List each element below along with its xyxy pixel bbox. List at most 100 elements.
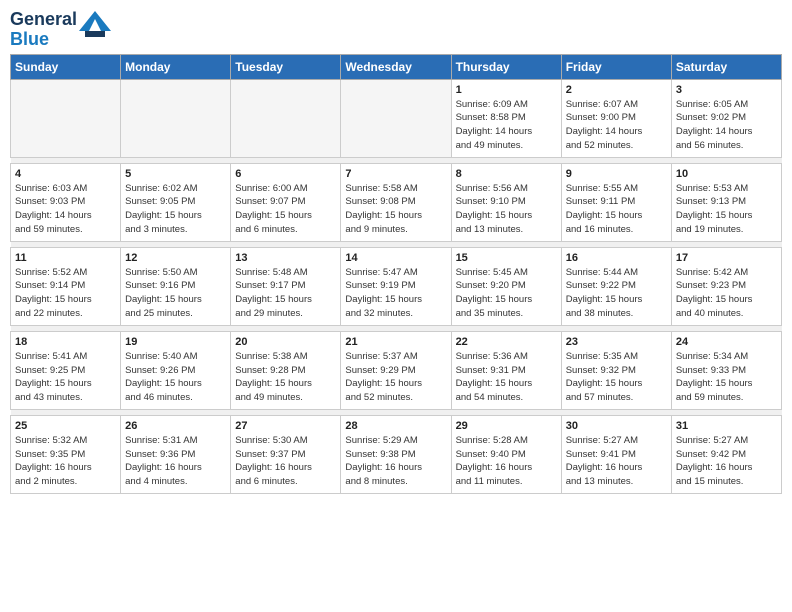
week-row-2: 4 Sunrise: 6:03 AM Sunset: 9:03 PM Daylig… bbox=[11, 163, 782, 241]
day-details: Sunrise: 6:00 AM Sunset: 9:07 PM Dayligh… bbox=[235, 182, 336, 237]
calendar-cell: 12 Sunrise: 5:50 AM Sunset: 9:16 PM Dayli… bbox=[121, 247, 231, 325]
day-number: 23 bbox=[566, 336, 667, 348]
day-number: 16 bbox=[566, 252, 667, 264]
page-header: General Blue bbox=[10, 10, 782, 50]
calendar-cell: 4 Sunrise: 6:03 AM Sunset: 9:03 PM Daylig… bbox=[11, 163, 121, 241]
calendar-cell: 3 Sunrise: 6:05 AM Sunset: 9:02 PM Daylig… bbox=[671, 79, 781, 157]
calendar-cell: 11Sunrise: 5:52 AM Sunset: 9:14 PM Dayli… bbox=[11, 247, 121, 325]
calendar-cell: 14 Sunrise: 5:47 AM Sunset: 9:19 PM Dayli… bbox=[341, 247, 451, 325]
day-details: Sunrise: 5:32 AM Sunset: 9:35 PM Dayligh… bbox=[15, 434, 116, 489]
day-details: Sunrise: 5:34 AM Sunset: 9:33 PM Dayligh… bbox=[676, 350, 777, 405]
day-number: 22 bbox=[456, 336, 557, 348]
weekday-header-friday: Friday bbox=[561, 54, 671, 79]
calendar-cell bbox=[341, 79, 451, 157]
day-details: Sunrise: 5:28 AM Sunset: 9:40 PM Dayligh… bbox=[456, 434, 557, 489]
calendar-cell: 20 Sunrise: 5:38 AM Sunset: 9:28 PM Dayli… bbox=[231, 331, 341, 409]
day-details: Sunrise: 5:47 AM Sunset: 9:19 PM Dayligh… bbox=[345, 266, 446, 321]
calendar-cell: 1 Sunrise: 6:09 AM Sunset: 8:58 PM Daylig… bbox=[451, 79, 561, 157]
day-details: Sunrise: 5:29 AM Sunset: 9:38 PM Dayligh… bbox=[345, 434, 446, 489]
week-row-5: 25 Sunrise: 5:32 AM Sunset: 9:35 PM Dayli… bbox=[11, 415, 782, 493]
day-number: 21 bbox=[345, 336, 446, 348]
day-number: 13 bbox=[235, 252, 336, 264]
day-number: 10 bbox=[676, 168, 777, 180]
day-number: 24 bbox=[676, 336, 777, 348]
calendar-cell: 30 Sunrise: 5:27 AM Sunset: 9:41 PM Dayli… bbox=[561, 415, 671, 493]
calendar-cell bbox=[121, 79, 231, 157]
day-details: Sunrise: 5:35 AM Sunset: 9:32 PM Dayligh… bbox=[566, 350, 667, 405]
calendar-cell: 29 Sunrise: 5:28 AM Sunset: 9:40 PM Dayli… bbox=[451, 415, 561, 493]
calendar-cell: 2 Sunrise: 6:07 AM Sunset: 9:00 PM Daylig… bbox=[561, 79, 671, 157]
day-details: Sunrise: 5:27 AM Sunset: 9:41 PM Dayligh… bbox=[566, 434, 667, 489]
day-details: Sunrise: 5:45 AM Sunset: 9:20 PM Dayligh… bbox=[456, 266, 557, 321]
day-details: Sunrise: 5:58 AM Sunset: 9:08 PM Dayligh… bbox=[345, 182, 446, 237]
calendar-cell bbox=[11, 79, 121, 157]
day-details: Sunrise: 6:07 AM Sunset: 9:00 PM Dayligh… bbox=[566, 98, 667, 153]
week-row-1: 1 Sunrise: 6:09 AM Sunset: 8:58 PM Daylig… bbox=[11, 79, 782, 157]
week-row-4: 18 Sunrise: 5:41 AM Sunset: 9:25 PM Dayli… bbox=[11, 331, 782, 409]
day-details: Sunrise: 5:38 AM Sunset: 9:28 PM Dayligh… bbox=[235, 350, 336, 405]
day-number: 15 bbox=[456, 252, 557, 264]
day-number: 19 bbox=[125, 336, 226, 348]
day-details: Sunrise: 6:03 AM Sunset: 9:03 PM Dayligh… bbox=[15, 182, 116, 237]
calendar-cell: 16 Sunrise: 5:44 AM Sunset: 9:22 PM Dayli… bbox=[561, 247, 671, 325]
weekday-header-saturday: Saturday bbox=[671, 54, 781, 79]
day-number: 12 bbox=[125, 252, 226, 264]
day-details: Sunrise: 6:09 AM Sunset: 8:58 PM Dayligh… bbox=[456, 98, 557, 153]
day-number: 30 bbox=[566, 420, 667, 432]
day-details: Sunrise: 5:55 AM Sunset: 9:11 PM Dayligh… bbox=[566, 182, 667, 237]
day-number: 20 bbox=[235, 336, 336, 348]
weekday-header-sunday: Sunday bbox=[11, 54, 121, 79]
day-details: Sunrise: 5:50 AM Sunset: 9:16 PM Dayligh… bbox=[125, 266, 226, 321]
calendar-cell: 13 Sunrise: 5:48 AM Sunset: 9:17 PM Dayli… bbox=[231, 247, 341, 325]
day-number: 6 bbox=[235, 168, 336, 180]
calendar-cell: 10 Sunrise: 5:53 AM Sunset: 9:13 PM Dayli… bbox=[671, 163, 781, 241]
calendar-cell: 9 Sunrise: 5:55 AM Sunset: 9:11 PM Daylig… bbox=[561, 163, 671, 241]
calendar-cell: 23 Sunrise: 5:35 AM Sunset: 9:32 PM Dayli… bbox=[561, 331, 671, 409]
day-details: Sunrise: 5:56 AM Sunset: 9:10 PM Dayligh… bbox=[456, 182, 557, 237]
weekday-header-tuesday: Tuesday bbox=[231, 54, 341, 79]
logo-text: General Blue bbox=[10, 10, 77, 50]
day-number: 4 bbox=[15, 168, 116, 180]
day-number: 26 bbox=[125, 420, 226, 432]
day-details: Sunrise: 5:53 AM Sunset: 9:13 PM Dayligh… bbox=[676, 182, 777, 237]
calendar-cell: 18 Sunrise: 5:41 AM Sunset: 9:25 PM Dayli… bbox=[11, 331, 121, 409]
day-number: 28 bbox=[345, 420, 446, 432]
weekday-header-monday: Monday bbox=[121, 54, 231, 79]
day-details: Sunrise: 6:02 AM Sunset: 9:05 PM Dayligh… bbox=[125, 182, 226, 237]
day-details: Sunrise: 5:44 AM Sunset: 9:22 PM Dayligh… bbox=[566, 266, 667, 321]
day-number: 2 bbox=[566, 84, 667, 96]
day-details: Sunrise: 5:31 AM Sunset: 9:36 PM Dayligh… bbox=[125, 434, 226, 489]
day-number: 3 bbox=[676, 84, 777, 96]
calendar-cell: 26 Sunrise: 5:31 AM Sunset: 9:36 PM Dayli… bbox=[121, 415, 231, 493]
calendar-cell: 21 Sunrise: 5:37 AM Sunset: 9:29 PM Dayli… bbox=[341, 331, 451, 409]
logo-icon bbox=[79, 11, 111, 39]
day-details: Sunrise: 5:36 AM Sunset: 9:31 PM Dayligh… bbox=[456, 350, 557, 405]
day-number: 7 bbox=[345, 168, 446, 180]
day-details: Sunrise: 5:37 AM Sunset: 9:29 PM Dayligh… bbox=[345, 350, 446, 405]
calendar-cell: 24 Sunrise: 5:34 AM Sunset: 9:33 PM Dayli… bbox=[671, 331, 781, 409]
calendar-table: SundayMondayTuesdayWednesdayThursdayFrid… bbox=[10, 54, 782, 494]
weekday-header-row: SundayMondayTuesdayWednesdayThursdayFrid… bbox=[11, 54, 782, 79]
day-number: 18 bbox=[15, 336, 116, 348]
logo: General Blue bbox=[10, 10, 111, 50]
calendar-cell: 19 Sunrise: 5:40 AM Sunset: 9:26 PM Dayli… bbox=[121, 331, 231, 409]
week-row-3: 11Sunrise: 5:52 AM Sunset: 9:14 PM Dayli… bbox=[11, 247, 782, 325]
day-number: 9 bbox=[566, 168, 667, 180]
day-details: Sunrise: 5:40 AM Sunset: 9:26 PM Dayligh… bbox=[125, 350, 226, 405]
day-number: 14 bbox=[345, 252, 446, 264]
calendar-cell: 25 Sunrise: 5:32 AM Sunset: 9:35 PM Dayli… bbox=[11, 415, 121, 493]
day-details: Sunrise: 5:30 AM Sunset: 9:37 PM Dayligh… bbox=[235, 434, 336, 489]
calendar-cell: 6 Sunrise: 6:00 AM Sunset: 9:07 PM Daylig… bbox=[231, 163, 341, 241]
day-details: Sunrise: 5:48 AM Sunset: 9:17 PM Dayligh… bbox=[235, 266, 336, 321]
day-number: 11 bbox=[15, 252, 116, 264]
weekday-header-thursday: Thursday bbox=[451, 54, 561, 79]
day-details: Sunrise: 5:27 AM Sunset: 9:42 PM Dayligh… bbox=[676, 434, 777, 489]
calendar-cell: 28 Sunrise: 5:29 AM Sunset: 9:38 PM Dayli… bbox=[341, 415, 451, 493]
day-number: 29 bbox=[456, 420, 557, 432]
day-number: 25 bbox=[15, 420, 116, 432]
calendar-cell: 15 Sunrise: 5:45 AM Sunset: 9:20 PM Dayli… bbox=[451, 247, 561, 325]
day-number: 1 bbox=[456, 84, 557, 96]
day-details: Sunrise: 5:41 AM Sunset: 9:25 PM Dayligh… bbox=[15, 350, 116, 405]
day-details: Sunrise: 6:05 AM Sunset: 9:02 PM Dayligh… bbox=[676, 98, 777, 153]
day-number: 8 bbox=[456, 168, 557, 180]
